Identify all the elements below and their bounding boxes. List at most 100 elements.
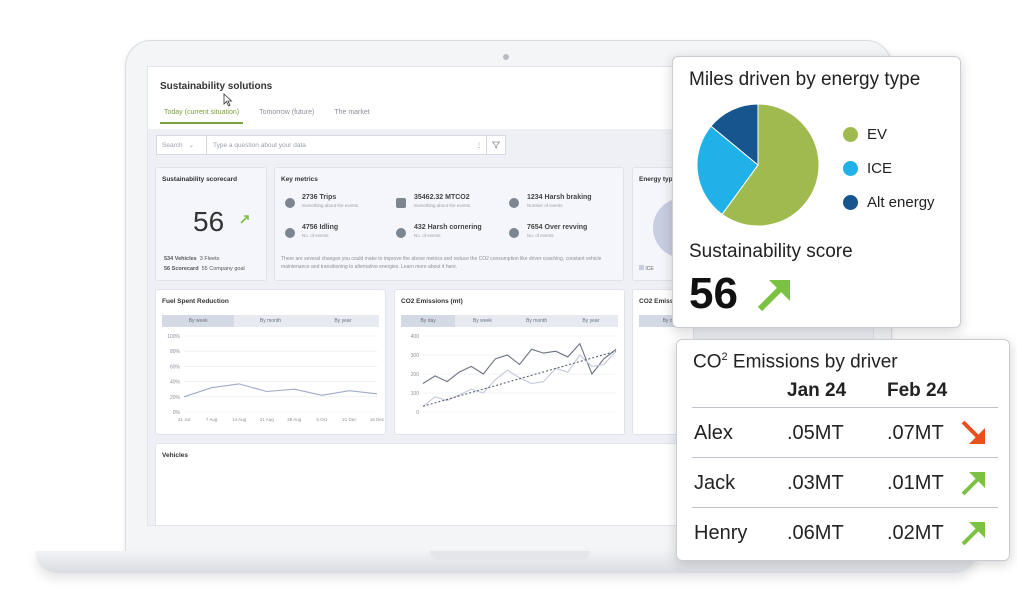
legend-swatch: [639, 265, 644, 270]
metric-over-revving-value: 7654 Over revving: [527, 224, 588, 231]
metric-idling: 4756 Idling No. of events: [302, 224, 338, 238]
scorecard-meta: 534 Vehicles 3 Fleets 56 Scorecard 55 Co…: [164, 254, 245, 274]
driver-name: Jack: [694, 472, 736, 494]
y-tick-label: 0: [416, 410, 419, 416]
co2-by-driver-card: CO2 Emissions by driver Jan 24 Feb 24 Al…: [676, 339, 1010, 561]
legend-item-ev: EV: [843, 117, 935, 151]
clock-icon: [285, 228, 295, 238]
feb-value: .01MT: [887, 472, 944, 494]
co2-seg-day[interactable]: By day: [401, 315, 456, 327]
metric-trips-value: 2736 Trips: [302, 194, 337, 201]
y-tick-label: 80%: [170, 349, 181, 355]
scorecard-vehicles: 534 Vehicles: [164, 256, 197, 262]
co2b-title: CO2 Emiss: [639, 298, 674, 305]
app-title: Sustainability solutions: [160, 81, 273, 92]
table-row: Alex .05MT .07MT: [692, 407, 998, 458]
tab-tomorrow[interactable]: Tomorrow (future): [255, 107, 318, 124]
metric-over-revving-sub: No. of events: [527, 233, 554, 238]
energy-pie-chart: [696, 103, 820, 227]
y-tick-label: 40%: [170, 380, 181, 386]
brake-icon: [509, 198, 519, 208]
energy-type-overlay-card: Miles driven by energy type EV ICE Alt e…: [672, 56, 961, 328]
trend-up-icon: [757, 280, 790, 312]
vehicles-title: Vehicles: [162, 452, 189, 459]
laptop-camera: [503, 54, 509, 60]
driver-name: Alex: [694, 422, 733, 444]
series-line-0: [183, 383, 378, 398]
co2-title-main: CO: [693, 351, 722, 373]
fuel-seg-year[interactable]: By year: [306, 315, 379, 327]
jan-value: .05MT: [787, 422, 844, 444]
gauge-icon: [509, 228, 519, 238]
mouse-cursor-icon: [223, 93, 233, 107]
co2-emissions-chart-card: CO2 Emissions (mt) By day By week By mon…: [394, 289, 625, 435]
y-tick-label: 100: [411, 391, 420, 397]
energy-type-title: Energy typ: [639, 176, 673, 183]
y-tick-label: 20%: [170, 395, 181, 401]
x-tick-label: 21 Jul: [178, 417, 190, 422]
sustainability-score-value: 56: [689, 269, 738, 318]
sustainability-score-label: Sustainability score: [689, 241, 853, 262]
energy-type-legend-label: ICE: [645, 266, 654, 272]
x-tick-label: 21 Dec: [342, 417, 357, 422]
scorecard-goal: 55 Company goal: [201, 266, 245, 272]
scorecard-score-count: 56 Scorecard: [164, 266, 199, 272]
tab-today[interactable]: Today (current situation): [160, 107, 244, 124]
search-type-label: Search: [162, 141, 183, 149]
metric-trips: 2736 Trips Something about the events: [302, 194, 358, 208]
x-tick-label: 16 Dec: [370, 417, 385, 422]
truck-icon: [396, 198, 406, 208]
search-type-select[interactable]: Search ⌄: [157, 136, 207, 154]
co2-chart-title: CO2 Emissions (mt): [401, 298, 463, 305]
co2-title-rest: Emissions by driver: [727, 351, 898, 373]
legend-label-ev: EV: [867, 125, 888, 143]
feb-value: .07MT: [887, 422, 944, 444]
metric-idling-value: 4756 Idling: [302, 224, 339, 231]
y-tick-label: 200: [411, 372, 420, 378]
fuel-spent-chart-card: Fuel Spent Reduction By week By month By…: [155, 289, 386, 435]
co2-seg-week[interactable]: By week: [455, 315, 510, 327]
metric-harsh-cornering-sub: No. of events: [414, 233, 441, 238]
driver-name: Henry: [694, 522, 748, 544]
sustainability-scorecard: Sustainability scorecard 56 534 Vehicles…: [155, 167, 267, 281]
pie-title: Miles driven by energy type: [689, 69, 921, 90]
legend-item-alt: Alt energy: [843, 185, 935, 219]
tab-market[interactable]: The market: [330, 107, 373, 124]
legend-dot-ice: [843, 160, 858, 176]
more-options-icon[interactable]: ⋮: [472, 141, 486, 149]
fuel-seg-month[interactable]: By month: [234, 315, 307, 327]
co2-period-toggle: By day By week By month By year: [401, 315, 618, 327]
x-tick-label: 28 Aug: [287, 417, 302, 422]
column-jan: Jan 24: [787, 380, 847, 401]
y-tick-label: 0%: [173, 410, 181, 416]
key-metrics-title: Key metrics: [281, 176, 318, 183]
metric-mtco2-sub: Something about the events: [414, 203, 471, 208]
fuel-seg-week[interactable]: By week: [162, 315, 235, 327]
filter-icon[interactable]: [486, 136, 505, 154]
metric-harsh-braking-value: 1234 Harsh braking: [527, 194, 592, 201]
key-metrics-card: Key metrics 2736 Trips Something about t…: [274, 167, 624, 281]
legend-item-ice: ICE: [843, 151, 935, 185]
fuel-line-chart: 100% 80% 60% 40% 20% 0%21 Jul 7 Aug 14 Aug 21 Au…: [167, 334, 385, 422]
x-tick-label: 14 Aug: [232, 417, 247, 422]
search-input[interactable]: Type a question about your data: [207, 142, 472, 149]
scorecard-title: Sustainability scorecard: [162, 176, 238, 183]
fuel-period-toggle: By week By month By year: [162, 315, 379, 327]
x-tick-label: 7 Aug: [206, 417, 218, 422]
metric-trips-sub: Something about the events: [302, 203, 359, 208]
column-feb: Feb 24: [887, 380, 948, 401]
tab-bar: Today (current situation) Tomorrow (futu…: [160, 107, 374, 124]
vehicles-card: Vehicles: [155, 443, 694, 525]
x-tick-label: 21 Aug: [260, 417, 275, 422]
jan-value: .03MT: [787, 472, 844, 494]
co2-line-chart: 400 300 200 100 0: [411, 334, 617, 416]
fuel-chart-title: Fuel Spent Reduction: [162, 298, 229, 305]
legend-label-alt: Alt energy: [867, 193, 935, 211]
metric-harsh-braking: 1234 Harsh braking Number of events: [527, 194, 592, 208]
y-tick-label: 100%: [167, 334, 180, 340]
table-row: Jack .03MT .01MT: [692, 457, 998, 508]
legend-dot-ev: [843, 126, 858, 142]
co2-seg-month[interactable]: By month: [509, 315, 564, 327]
y-tick-label: 300: [411, 353, 420, 359]
co2-seg-year[interactable]: By year: [563, 315, 618, 327]
